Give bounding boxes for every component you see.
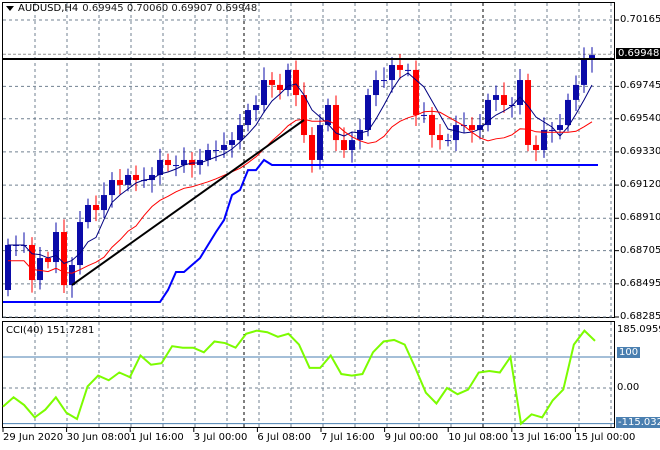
bull-candle xyxy=(349,140,355,151)
cci-line xyxy=(2,329,596,426)
date-axis-label: 7 Jul 16:00 xyxy=(321,432,375,443)
bull-candle xyxy=(85,204,91,223)
dropdown-arrow-icon[interactable] xyxy=(6,5,14,11)
date-axis-label: 1 Jul 16:00 xyxy=(130,432,184,443)
date-axis-label: 9 Jul 00:00 xyxy=(384,432,439,443)
bear-candle xyxy=(93,204,99,211)
price-axis-label: 0.70165 xyxy=(620,14,660,25)
date-axis-label: 10 Jul 08:00 xyxy=(448,432,509,443)
bear-candle xyxy=(397,65,403,70)
bull-candle xyxy=(445,140,451,142)
bear-candle xyxy=(333,104,339,141)
bull-candle xyxy=(101,195,107,211)
cci-zero-label: 0.00 xyxy=(617,382,640,393)
bull-candle xyxy=(373,80,379,96)
bear-candle xyxy=(269,80,275,85)
date-axis-label: 6 Jul 08:00 xyxy=(257,432,311,443)
bull-candle xyxy=(253,104,259,111)
bull-candle xyxy=(493,95,499,100)
bear-candle xyxy=(293,69,299,96)
bull-candle xyxy=(453,125,459,141)
bull-candle xyxy=(557,125,563,130)
bull-candle xyxy=(245,110,251,126)
bull-candle xyxy=(125,174,131,185)
current-price-label: 0.69948 xyxy=(616,48,660,60)
bull-candle xyxy=(357,129,363,141)
bear-candle xyxy=(189,159,195,166)
bear-candle xyxy=(301,95,307,136)
bull-candle xyxy=(213,150,219,152)
bear-candle xyxy=(341,140,347,151)
bull-candle xyxy=(261,80,267,105)
bear-candle xyxy=(29,244,35,281)
price-axis-label: 0.68910 xyxy=(620,212,660,224)
price-axis-label: 0.68705 xyxy=(620,244,660,256)
bull-candle xyxy=(5,244,11,290)
bull-candle xyxy=(549,129,555,131)
chart-title: AUDUSD,H4 0.69945 0.70060 0.69907 0.69948 xyxy=(6,3,257,14)
bear-candle xyxy=(45,258,51,263)
bull-candle xyxy=(565,99,571,126)
bull-candle xyxy=(37,258,43,281)
date-axis-label: 30 Jun 08:00 xyxy=(66,432,131,443)
bull-candle xyxy=(157,159,163,175)
bear-candle xyxy=(61,232,67,286)
bear-candle xyxy=(413,69,419,115)
cci-level-100-label: 100 xyxy=(617,347,641,358)
bull-candle xyxy=(109,180,115,196)
bull-candle xyxy=(381,80,387,82)
bull-candle xyxy=(237,125,243,141)
price-axis-label: 0.68285 xyxy=(620,311,660,322)
cci-max-label: 185.0959 xyxy=(617,324,660,335)
bull-candle xyxy=(205,150,211,160)
bull-candle xyxy=(229,140,235,145)
price-axis-label: 0.69745 xyxy=(620,80,660,92)
bear-candle xyxy=(429,114,435,136)
trailing-stop-line xyxy=(3,158,598,303)
bull-candle xyxy=(77,222,83,266)
bull-candle xyxy=(69,265,75,286)
bull-candle xyxy=(421,114,427,116)
bull-candle xyxy=(173,165,179,167)
price-axis-label: 0.69540 xyxy=(620,112,660,124)
bull-candle xyxy=(573,84,579,100)
date-axis-label: 29 Jun 2020 xyxy=(3,432,64,443)
ohlc-readout: 0.69945 0.70060 0.69907 0.69948 xyxy=(82,3,258,14)
bear-candle xyxy=(469,125,475,130)
price-axis-label: 0.69330 xyxy=(620,145,660,157)
cci-indicator-label: CCI(40) 151.7281 xyxy=(6,325,95,336)
bear-candle xyxy=(277,84,283,90)
bear-candle xyxy=(117,180,123,185)
symbol-label: AUDUSD,H4 xyxy=(18,3,79,14)
bull-candle xyxy=(221,144,227,151)
date-axis-label: 3 Jul 00:00 xyxy=(193,432,248,443)
bull-candle xyxy=(541,129,547,151)
bear-candle xyxy=(533,144,539,151)
bull-candle xyxy=(517,80,523,105)
date-axis-label: 15 Jul 00:00 xyxy=(575,432,636,443)
bear-candle xyxy=(501,95,507,105)
bear-candle xyxy=(165,159,171,166)
bull-candle xyxy=(405,69,411,71)
cci-min-label: -115.0328 xyxy=(616,417,660,428)
cci-panel-frame xyxy=(2,321,615,428)
bear-candle xyxy=(437,135,443,141)
price-axis-label: 0.69120 xyxy=(620,179,660,191)
bull-candle xyxy=(317,125,323,160)
bull-candle xyxy=(581,59,587,85)
bull-candle xyxy=(389,65,395,81)
bear-candle xyxy=(133,174,139,181)
price-chart[interactable] xyxy=(0,0,660,450)
date-axis-label: 13 Jul 16:00 xyxy=(511,432,572,443)
bull-candle xyxy=(285,69,291,90)
slow-moving-average xyxy=(8,110,593,274)
bear-candle xyxy=(309,135,315,160)
price-axis-label: 0.68495 xyxy=(620,277,660,289)
bear-candle xyxy=(525,80,531,145)
bull-candle xyxy=(365,95,371,130)
